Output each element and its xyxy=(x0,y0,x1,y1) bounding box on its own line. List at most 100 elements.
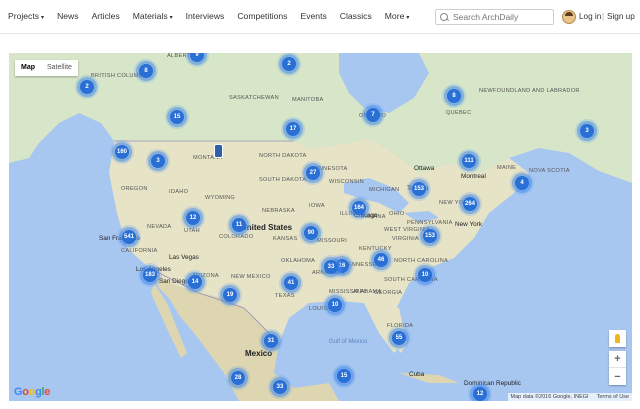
avatar[interactable] xyxy=(562,10,576,24)
separator: | xyxy=(602,12,605,21)
city-label: Cuba xyxy=(409,371,425,378)
top-navigation-bar: Projects ▾ News Articles Materials ▾ Inter… xyxy=(0,0,640,34)
cluster-marker[interactable]: 31 xyxy=(264,334,278,348)
region-label: NORTH CAROLINA xyxy=(394,258,449,264)
cluster-marker[interactable]: 15 xyxy=(337,369,351,383)
region-label: WYOMING xyxy=(205,195,236,201)
map-land xyxy=(9,53,632,401)
search-box[interactable] xyxy=(435,9,554,25)
city-label: San Diego xyxy=(159,278,189,285)
cluster-marker[interactable]: 3 xyxy=(151,154,165,168)
cluster-marker[interactable]: 153 xyxy=(423,229,437,243)
cluster-marker[interactable]: 153 xyxy=(412,182,426,196)
signup-link[interactable]: Sign up xyxy=(607,12,635,21)
cluster-marker[interactable]: 28 xyxy=(231,371,245,385)
map-attribution: Map data ©2016 Google, INEGI Terms of Us… xyxy=(507,393,632,401)
region-label: NEW MEXICO xyxy=(231,274,271,280)
cluster-marker[interactable]: 12 xyxy=(186,211,200,225)
attribution-text: Map data ©2016 Google, INEGI xyxy=(510,394,589,400)
country-label: Mexico xyxy=(245,349,273,358)
nav-competitions[interactable]: Competitions xyxy=(237,11,287,21)
cluster-marker[interactable]: 3 xyxy=(580,124,594,138)
cluster-marker[interactable]: 164 xyxy=(352,201,366,215)
nav-materials[interactable]: Materials ▾ xyxy=(133,11,173,21)
nav-more[interactable]: More ▾ xyxy=(385,11,410,21)
region-label: KANSAS xyxy=(273,236,298,242)
region-label: GEORGIA xyxy=(374,290,403,296)
search-icon xyxy=(440,12,449,22)
chevron-down-icon: ▾ xyxy=(406,15,410,21)
cluster-marker[interactable]: 17 xyxy=(286,122,300,136)
cluster-marker[interactable]: 2 xyxy=(282,57,296,71)
region-label: OKLAHOMA xyxy=(281,258,316,264)
cluster-marker[interactable]: 8 xyxy=(139,64,153,78)
nav-interviews[interactable]: Interviews xyxy=(186,11,225,21)
region-label: MICHIGAN xyxy=(369,187,400,193)
region-label: SOUTH DAKOTA xyxy=(259,177,307,183)
projects-map[interactable]: Map Satellite ALBERTA BRITISH COLUMBIA S… xyxy=(9,53,632,401)
zoom-in-button[interactable]: + xyxy=(609,351,626,368)
google-logo: Google xyxy=(14,386,51,398)
region-label: WISCONSIN xyxy=(329,179,365,185)
cluster-marker[interactable]: 10 xyxy=(418,268,432,282)
region-label: FLORIDA xyxy=(387,323,414,329)
region-label: IOWA xyxy=(309,203,325,209)
login-link[interactable]: Log in xyxy=(579,12,601,21)
nav-events[interactable]: Events xyxy=(300,11,326,21)
cluster-marker[interactable]: 90 xyxy=(304,226,318,240)
cluster-marker[interactable]: 11 xyxy=(232,218,246,232)
nav-news[interactable]: News xyxy=(57,11,79,21)
cluster-marker[interactable]: 4 xyxy=(515,176,529,190)
region-label: NOVA SCOTIA xyxy=(529,168,570,174)
cluster-marker[interactable]: 14 xyxy=(188,275,202,289)
cluster-marker[interactable]: 27 xyxy=(306,166,320,180)
terms-link[interactable]: Terms of Use xyxy=(597,394,629,400)
region-label: OHIO xyxy=(389,211,405,217)
region-label: IDAHO xyxy=(169,189,189,195)
nav-projects[interactable]: Projects ▾ xyxy=(8,11,44,21)
cluster-marker[interactable]: 541 xyxy=(122,230,136,244)
water-label: Gulf of Mexico xyxy=(329,339,368,345)
nav-classics[interactable]: Classics xyxy=(340,11,372,21)
cluster-marker[interactable]: 10 xyxy=(328,298,342,312)
cluster-marker[interactable]: 264 xyxy=(463,197,477,211)
cluster-marker[interactable]: 46 xyxy=(374,253,388,267)
cluster-marker[interactable]: 8 xyxy=(447,89,461,103)
map-type-map-button[interactable]: Map xyxy=(15,60,41,76)
cluster-marker[interactable]: 160 xyxy=(115,145,129,159)
cluster-marker[interactable]: 111 xyxy=(462,154,476,168)
city-label: New York xyxy=(455,221,482,228)
zoom-control: + − xyxy=(609,351,626,385)
region-label: NEWFOUNDLAND AND LABRADOR xyxy=(479,88,580,94)
city-label: Dominican Republic xyxy=(464,380,521,387)
region-label: KENTUCKY xyxy=(359,246,392,252)
cluster-marker[interactable]: 183 xyxy=(143,268,157,282)
street-view-pegman-icon[interactable] xyxy=(609,330,626,347)
cluster-marker[interactable]: 7 xyxy=(366,108,380,122)
map-pin-icon[interactable] xyxy=(214,144,223,158)
cluster-marker[interactable]: 15 xyxy=(170,110,184,124)
cluster-marker[interactable]: 12 xyxy=(473,387,487,401)
region-label: NEVADA xyxy=(147,224,172,230)
zoom-out-button[interactable]: − xyxy=(609,368,626,385)
cluster-marker[interactable]: 33 xyxy=(324,260,338,274)
region-label: NEBRASKA xyxy=(262,208,295,214)
region-label: MISSOURI xyxy=(317,238,348,244)
region-label: MANITOBA xyxy=(292,97,324,103)
city-label: Ottawa xyxy=(414,165,435,172)
nav-articles[interactable]: Articles xyxy=(92,11,120,21)
cluster-marker[interactable]: 41 xyxy=(284,276,298,290)
cluster-marker[interactable]: 33 xyxy=(273,380,287,394)
region-label: VIRGINIA xyxy=(392,236,419,242)
cluster-marker[interactable]: 2 xyxy=(80,80,94,94)
main-nav: Projects ▾ News Articles Materials ▾ Inter… xyxy=(8,11,422,21)
cluster-marker[interactable]: 19 xyxy=(223,288,237,302)
cluster-marker[interactable]: 55 xyxy=(392,331,406,345)
region-label: CALIFORNIA xyxy=(121,248,158,254)
region-label: TEXAS xyxy=(275,293,295,299)
map-type-satellite-button[interactable]: Satellite xyxy=(41,60,78,76)
country-label: United States xyxy=(241,223,293,232)
chevron-down-icon: ▾ xyxy=(169,15,173,21)
search-input[interactable] xyxy=(453,12,551,22)
region-label: OREGON xyxy=(121,186,148,192)
